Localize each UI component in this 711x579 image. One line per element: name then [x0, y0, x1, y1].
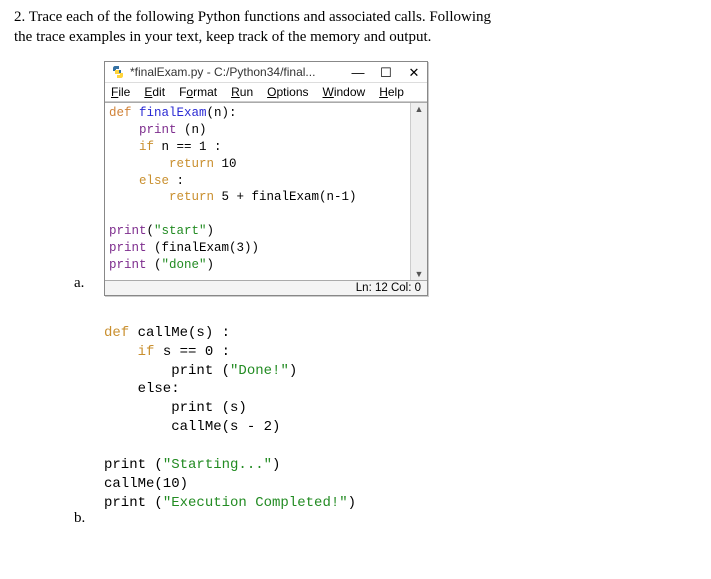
code-block-b: def callMe(s) : if s == 0 : print ("Done… [104, 324, 697, 513]
minimize-button[interactable]: — [351, 66, 365, 79]
maximize-button[interactable]: ☐ [379, 66, 393, 79]
menu-options[interactable]: Options [267, 85, 308, 99]
vertical-scrollbar[interactable]: ▲ ▼ [410, 103, 427, 280]
scroll-down-icon[interactable]: ▼ [415, 269, 424, 279]
titlebar[interactable]: *finalExam.py - C:/Python34/final... — ☐… [105, 62, 427, 83]
question-text: 2. Trace each of the following Python fu… [14, 8, 697, 47]
python-icon [111, 65, 125, 79]
menu-window[interactable]: Window [323, 85, 366, 99]
menu-run[interactable]: Run [231, 85, 253, 99]
status-bar: Ln: 12 Col: 0 [105, 280, 427, 295]
menu-file[interactable]: File [111, 85, 130, 99]
cursor-position: Ln: 12 Col: 0 [356, 282, 421, 294]
idle-window: *finalExam.py - C:/Python34/final... — ☐… [104, 61, 428, 296]
menu-format[interactable]: Format [179, 85, 217, 99]
label-a: a. [74, 275, 84, 292]
menu-edit[interactable]: Edit [144, 85, 165, 99]
close-button[interactable]: ✕ [407, 66, 421, 79]
window-title: *finalExam.py - C:/Python34/final... [130, 65, 351, 79]
question-number: 2. [14, 9, 25, 25]
scroll-up-icon[interactable]: ▲ [415, 104, 424, 114]
question-line2: the trace examples in your text, keep tr… [14, 29, 431, 45]
code-editor[interactable]: def finalExam(n): print (n) if n == 1 : … [105, 103, 410, 280]
menu-help[interactable]: Help [379, 85, 404, 99]
question-line1: Trace each of the following Python funct… [29, 9, 491, 25]
label-b: b. [74, 510, 85, 527]
menubar: File Edit Format Run Options Window Help [105, 83, 427, 102]
